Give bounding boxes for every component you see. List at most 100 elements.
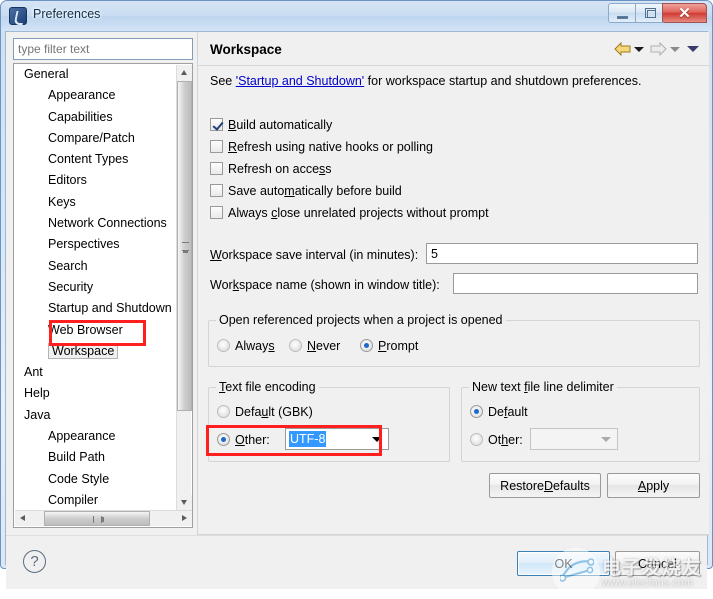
checkbox-build-automatically[interactable]: Build automatically [210, 117, 332, 135]
label-post: ther: [244, 433, 270, 447]
tree-item-capabilities[interactable]: Capabilities [14, 107, 177, 128]
back-arrow-icon[interactable] [614, 41, 631, 57]
checkbox-close-unrelated-projects[interactable]: Always close unrelated projects without … [210, 205, 489, 223]
scroll-down-icon[interactable] [177, 495, 192, 511]
tree-item-workspace[interactable]: Workspace [14, 341, 177, 362]
tree-item-code-style[interactable]: Code Style [14, 469, 177, 490]
tree-horizontal-scrollbar[interactable] [15, 510, 192, 526]
radio-icon-selected[interactable] [470, 405, 483, 418]
tree-item-content-types[interactable]: Content Types [14, 149, 177, 170]
tree-item-ant[interactable]: Ant [14, 362, 177, 383]
radio-never[interactable]: Never [289, 338, 340, 354]
radio-encoding-other[interactable]: Other: [217, 432, 270, 448]
save-interval-input[interactable] [426, 243, 698, 264]
watermark-text-cn: 电子发烧友 [602, 558, 703, 579]
open-referenced-projects-group: Open referenced projects when a project … [208, 313, 700, 367]
minimize-icon [617, 16, 628, 19]
tree-item-help[interactable]: Help [14, 383, 177, 404]
startup-shutdown-link[interactable]: 'Startup and Shutdown' [236, 74, 364, 88]
radio-encoding-default[interactable]: Default (GBK) [217, 404, 313, 420]
description-suffix: for workspace startup and shutdown prefe… [364, 74, 642, 88]
line-delimiter-group: New text file line delimiter Default Oth… [461, 380, 700, 462]
scroll-right-icon[interactable] [176, 511, 192, 526]
label-post: efresh using native hooks or polling [237, 140, 433, 154]
label-post: lt (GBK) [268, 405, 313, 419]
radio-icon[interactable] [217, 339, 230, 352]
tree-item-compiler[interactable]: Compiler [14, 490, 177, 510]
tree-item-appearance[interactable]: Appearance [14, 85, 177, 106]
label-post: uild automatically [236, 118, 333, 132]
apply-button[interactable]: Apply [607, 473, 700, 498]
description-prefix: See [210, 74, 236, 88]
label-post: space name (shown in window title): [238, 278, 440, 292]
tree-item-keys[interactable]: Keys [14, 192, 177, 213]
tree-item-web-browser[interactable]: Web Browser [14, 320, 177, 341]
tree-item-java-appearance[interactable]: Appearance [14, 426, 177, 447]
checkbox-icon[interactable] [210, 162, 223, 175]
radio-icon-selected[interactable] [217, 433, 230, 446]
checkbox-icon[interactable] [210, 140, 223, 153]
group-title: New text file line delimiter [469, 380, 617, 394]
back-dropdown-chevron-down-icon[interactable] [634, 46, 644, 52]
filter-input[interactable] [13, 38, 193, 60]
watermark-overlay: 电子发烧友 www.elecfans.com [552, 544, 713, 599]
radio-delimiter-default[interactable]: Default [470, 404, 528, 420]
radio-icon-selected[interactable] [360, 339, 373, 352]
tree-vscroll-thumb[interactable] [177, 81, 192, 411]
tree-scroll-viewport: General Appearance Capabilities Compare/… [14, 64, 177, 510]
radio-icon[interactable] [289, 339, 302, 352]
tree-item-editors[interactable]: Editors [14, 170, 177, 191]
tree-item-network-connections[interactable]: Network Connections [14, 213, 177, 234]
tree-item-security[interactable]: Security [14, 277, 177, 298]
label-post: atically before build [294, 184, 402, 198]
radio-icon[interactable] [470, 433, 483, 446]
label-post: ext file encoding [225, 380, 316, 394]
tree-item-perspectives[interactable]: Perspectives [14, 234, 177, 255]
view-menu-chevron-down-icon[interactable] [687, 46, 699, 52]
radio-prompt[interactable]: Prompt [360, 338, 418, 354]
encoding-combo[interactable]: UTF-8 [285, 428, 389, 450]
checkbox-refresh-on-access[interactable]: Refresh on access [210, 161, 332, 179]
checkbox-save-before-build[interactable]: Save automatically before build [210, 183, 402, 201]
tree-item-startup-and-shutdown[interactable]: Startup and Shutdown [14, 298, 177, 319]
encoding-combo-value: UTF-8 [289, 431, 327, 447]
label-pre: Alway [235, 339, 269, 353]
preferences-tree[interactable]: General Appearance Capabilities Compare/… [13, 63, 193, 528]
radio-icon[interactable] [217, 405, 230, 418]
scroll-left-icon[interactable] [15, 511, 31, 526]
label-post: orkspace save interval (in minutes): [221, 248, 419, 262]
tree-item-compare-patch[interactable]: Compare/Patch [14, 128, 177, 149]
window-title: Preferences [33, 7, 101, 21]
tree-item-java[interactable]: Java [14, 405, 177, 426]
label-post: rompt [386, 339, 419, 353]
checkbox-icon[interactable] [210, 184, 223, 197]
workspace-name-input[interactable] [453, 273, 698, 294]
close-button[interactable]: ✕ [662, 3, 707, 23]
checkbox-refresh-native-hooks[interactable]: Refresh using native hooks or polling [210, 139, 433, 157]
label-mnemonic: R [228, 140, 238, 154]
tree-item-search[interactable]: Search [14, 256, 177, 277]
tree-item-general[interactable]: General [14, 64, 177, 85]
restore-defaults-button[interactable]: Restore Defaults [489, 473, 601, 498]
text-file-encoding-group: Text file encoding Default (GBK) Other: … [208, 380, 450, 462]
label-mnemonic: D [543, 478, 553, 493]
label-post: er: [508, 433, 523, 447]
label-mnemonic: N [307, 339, 317, 353]
label-post: ever [316, 339, 341, 353]
tree-hscroll-thumb[interactable] [44, 511, 150, 526]
checkbox-icon-checked[interactable] [210, 118, 223, 131]
radio-delimiter-other[interactable]: Other: [470, 432, 523, 448]
tree-vertical-scrollbar[interactable] [176, 65, 192, 511]
radio-always[interactable]: Always [217, 338, 275, 354]
dialog-client-area: General Appearance Capabilities Compare/… [5, 31, 710, 596]
tree-item-build-path[interactable]: Build Path [14, 447, 177, 468]
header-divider [198, 65, 710, 66]
label-pre: De [488, 405, 504, 419]
minimize-button[interactable] [608, 3, 636, 23]
checkbox-icon[interactable] [210, 206, 223, 219]
scroll-up-icon[interactable] [177, 65, 192, 81]
maximize-button[interactable] [635, 3, 663, 23]
help-icon[interactable]: ? [23, 550, 46, 573]
maximize-icon [645, 8, 656, 18]
chevron-down-icon[interactable] [372, 437, 382, 442]
